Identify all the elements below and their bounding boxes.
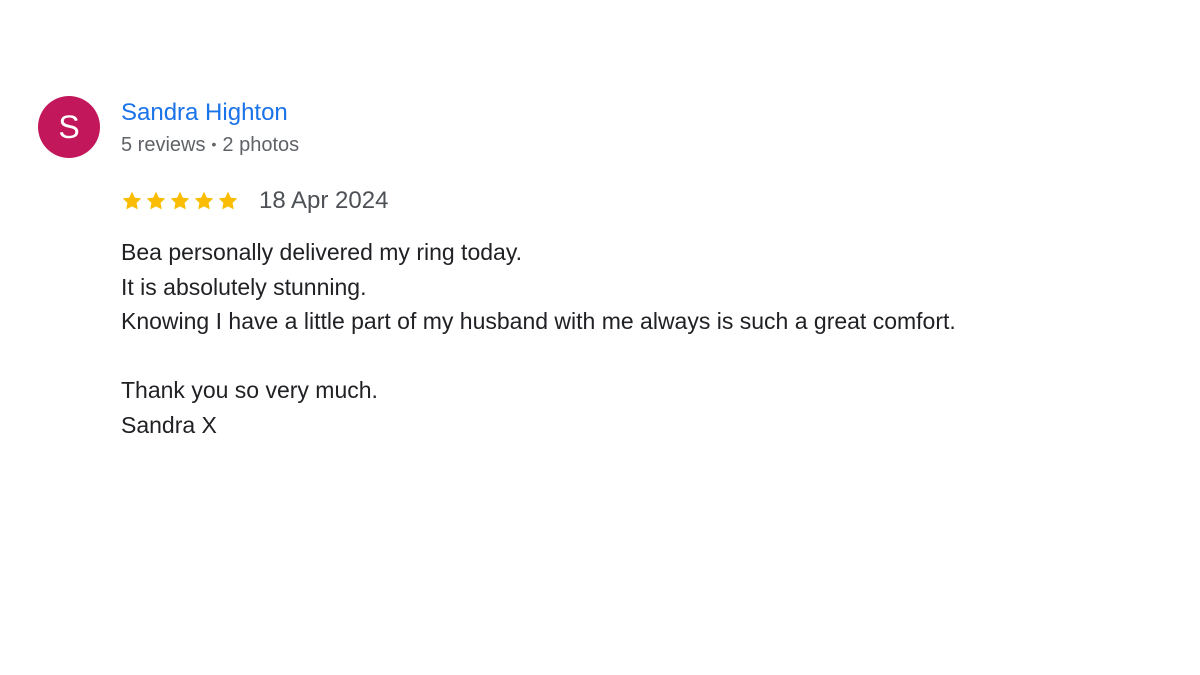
author-name-link[interactable]: Sandra Highton xyxy=(121,98,288,128)
avatar[interactable]: S xyxy=(38,96,100,158)
avatar-initial: S xyxy=(58,109,80,145)
star-icon xyxy=(122,191,142,210)
star-icon xyxy=(194,191,214,210)
photos-count: 2 photos xyxy=(222,134,300,156)
star-icon xyxy=(170,191,190,210)
rating-row: 18 Apr 2024 xyxy=(121,186,388,216)
review-text-line: Sandra X xyxy=(121,411,217,438)
review-date: 18 Apr 2024 xyxy=(259,187,389,214)
star-rating xyxy=(121,190,239,212)
review-text: Bea personally delivered my ring today. … xyxy=(121,235,1121,443)
review-text-line xyxy=(121,339,1121,374)
meta-separator: • xyxy=(211,136,217,152)
star-icon xyxy=(218,191,238,210)
review-text-line: Thank you so very much. xyxy=(121,377,378,404)
reviewer-meta: 5 reviews • 2 photos xyxy=(121,130,299,159)
review-text-line: It is absolutely stunning. xyxy=(121,273,367,300)
star-icon xyxy=(146,191,166,210)
review-text-line: Knowing I have a little part of my husba… xyxy=(121,308,956,335)
reviews-count: 5 reviews xyxy=(121,134,206,156)
review-text-line: Bea personally delivered my ring today. xyxy=(121,239,523,265)
